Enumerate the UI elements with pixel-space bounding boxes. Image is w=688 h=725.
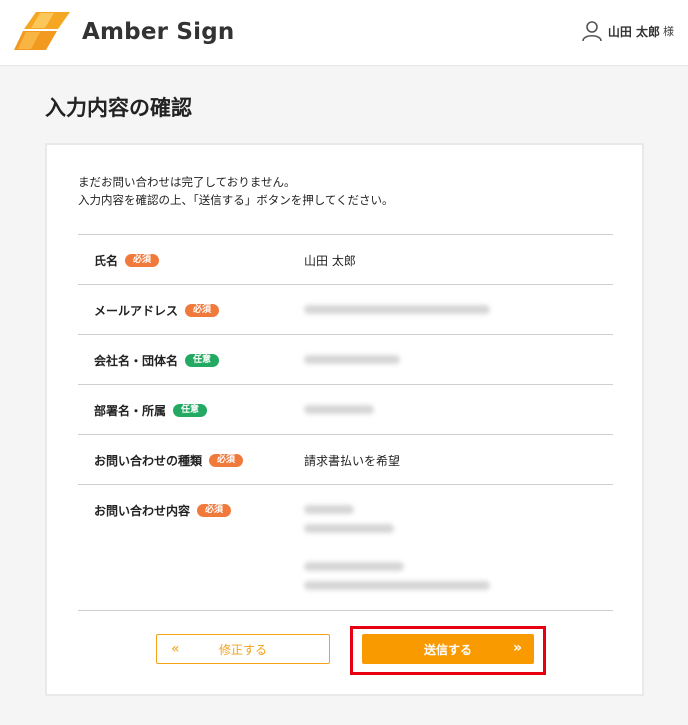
field-label: 氏名 必須 xyxy=(94,252,160,269)
site-header: Amber Sign 山田 太郎 様 xyxy=(0,0,688,66)
page-title: 入力内容の確認 xyxy=(45,96,192,120)
field-row-inquiry-content: お問い合わせ内容 必須 xyxy=(78,485,613,611)
field-label: お問い合わせ内容 必須 xyxy=(94,502,232,519)
blurred-value xyxy=(304,305,490,314)
field-label: お問い合わせの種類 必須 xyxy=(94,452,244,469)
field-label: 会社名・団体名 任意 xyxy=(94,352,220,369)
field-row-inquiry-type: お問い合わせの種類 必須 請求書払いを希望 xyxy=(78,435,613,485)
send-button-label: 送信する xyxy=(423,642,472,657)
edit-button[interactable]: « 修正する xyxy=(156,634,330,664)
field-value: 山田 太郎 xyxy=(304,254,356,268)
user-menu[interactable]: 山田 太郎 様 xyxy=(582,20,674,42)
field-row-name: 氏名 必須 山田 太郎 xyxy=(78,235,613,285)
intro-line-2: 入力内容を確認の上、「送信する」ボタンを押してください。 xyxy=(78,193,394,207)
blurred-value xyxy=(304,581,490,590)
blurred-value xyxy=(304,562,404,571)
blurred-value xyxy=(304,405,374,414)
brand-logo[interactable]: Amber Sign xyxy=(14,10,234,54)
field-label: メールアドレス 必須 xyxy=(94,302,220,319)
field-label: 部署名・所属 任意 xyxy=(94,402,208,419)
field-row-company: 会社名・団体名 任意 xyxy=(78,335,613,385)
user-icon xyxy=(582,21,602,42)
optional-badge: 任意 xyxy=(185,354,220,367)
brand-name: Amber Sign xyxy=(82,19,235,45)
amber-sign-logo-icon xyxy=(14,12,70,50)
field-row-email: メールアドレス 必須 xyxy=(78,285,613,335)
field-row-department: 部署名・所属 任意 xyxy=(78,385,613,435)
intro-line-1: まだお問い合わせは完了しておりません。 xyxy=(78,175,296,189)
field-label-text: 部署名・所属 xyxy=(94,404,167,418)
send-button[interactable]: 送信する » xyxy=(362,634,534,664)
double-chevron-right-icon: » xyxy=(512,640,522,656)
double-chevron-left-icon: « xyxy=(171,641,180,657)
required-badge: 必須 xyxy=(197,504,232,517)
field-label-text: 氏名 xyxy=(94,254,119,268)
edit-button-label: 修正する xyxy=(218,642,267,657)
field-label-text: メールアドレス xyxy=(94,304,179,318)
optional-badge: 任意 xyxy=(173,404,208,417)
field-label-text: お問い合わせ内容 xyxy=(94,504,191,518)
intro-message: まだお問い合わせは完了しておりません。 入力内容を確認の上、「送信する」ボタンを… xyxy=(78,173,394,209)
user-name: 山田 太郎 xyxy=(607,24,660,39)
blurred-value xyxy=(304,505,354,514)
field-label-text: 会社名・団体名 xyxy=(94,354,179,368)
field-label-text: お問い合わせの種類 xyxy=(94,454,203,468)
confirmation-table: 氏名 必須 山田 太郎 メールアドレス 必須 会社名・団体名 任意 部署名・所属… xyxy=(78,234,613,611)
required-badge: 必須 xyxy=(125,254,160,267)
confirmation-card: まだお問い合わせは完了しておりません。 入力内容を確認の上、「送信する」ボタンを… xyxy=(45,143,644,696)
required-badge: 必須 xyxy=(185,304,220,317)
blurred-value xyxy=(304,355,400,364)
field-value: 請求書払いを希望 xyxy=(304,454,401,468)
user-honorific: 様 xyxy=(663,25,674,38)
required-badge: 必須 xyxy=(209,454,244,467)
blurred-value xyxy=(304,524,394,533)
